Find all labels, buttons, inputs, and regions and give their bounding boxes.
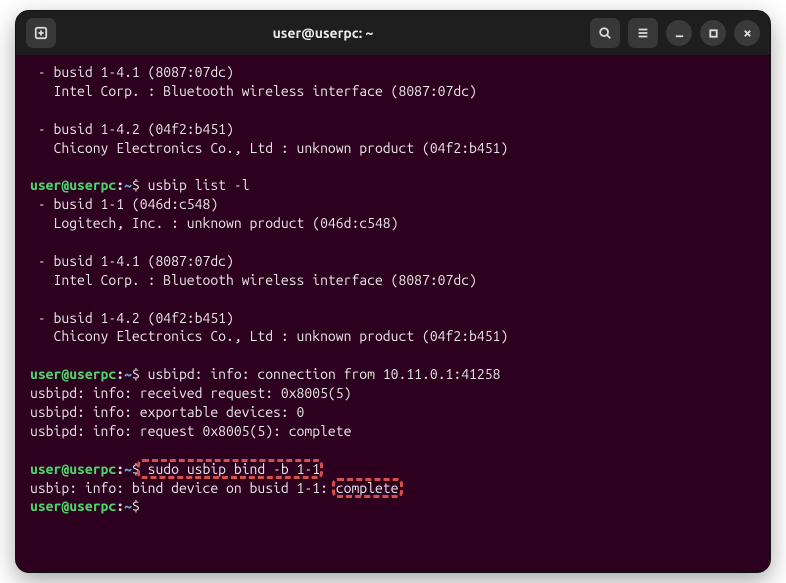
window-title: user@userpc: ~: [64, 25, 582, 41]
new-tab-icon: [34, 26, 48, 40]
prompt-userhost: user@userpc: [30, 177, 116, 193]
output-line: usbip: info: bind device on busid 1-1:: [30, 480, 336, 496]
output-line: - busid 1-1 (046d:c548): [30, 196, 218, 212]
output-line: - busid 1-4.2 (04f2:b451): [30, 310, 234, 326]
prompt-dollar: $: [132, 366, 140, 382]
menu-button[interactable]: [628, 18, 658, 48]
close-icon: [742, 28, 753, 39]
maximize-icon: [708, 28, 719, 39]
search-icon: [598, 26, 612, 40]
prompt-dollar: $: [132, 177, 140, 193]
command-text: sudo usbip bind -b 1-1: [140, 461, 320, 477]
prompt-colon: :: [116, 366, 124, 382]
prompt-colon: :: [116, 177, 124, 193]
output-line: - busid 1-4.2 (04f2:b451): [30, 121, 234, 137]
output-line: Logitech, Inc. : unknown product (046d:c…: [30, 215, 398, 231]
output-line: usbipd: info: request 0x8005(5): complet…: [30, 423, 351, 439]
output-line: Chicony Electronics Co., Ltd : unknown p…: [30, 328, 508, 344]
new-tab-button[interactable]: [26, 18, 56, 48]
minimize-icon: [674, 28, 685, 39]
prompt-dollar: $: [132, 498, 140, 514]
output-line: Chicony Electronics Co., Ltd : unknown p…: [30, 140, 508, 156]
prompt-userhost: user@userpc: [30, 461, 116, 477]
prompt-dollar: $: [132, 461, 140, 477]
prompt-colon: :: [116, 498, 124, 514]
prompt-colon: :: [116, 461, 124, 477]
output-line: - busid 1-4.1 (8087:07dc): [30, 253, 234, 269]
titlebar: user@userpc: ~: [16, 11, 770, 55]
terminal-window: user@userpc: ~ - busid 1-4.1 (8087:07dc)…: [15, 10, 771, 573]
prompt-userhost: user@userpc: [30, 498, 116, 514]
output-line: usbipd: info: connection from 10.11.0.1:…: [140, 366, 501, 382]
minimize-button[interactable]: [666, 20, 692, 46]
prompt-path: ~: [124, 366, 132, 382]
output-complete-word: complete: [336, 480, 399, 496]
prompt-userhost: user@userpc: [30, 366, 116, 382]
prompt-path: ~: [124, 461, 132, 477]
output-line: usbipd: info: exportable devices: 0: [30, 404, 304, 420]
command-text: usbip list -l: [140, 177, 250, 193]
close-button[interactable]: [734, 20, 760, 46]
hamburger-icon: [636, 26, 650, 40]
output-line: Intel Corp. : Bluetooth wireless interfa…: [30, 83, 477, 99]
output-line: - busid 1-4.1 (8087:07dc): [30, 64, 234, 80]
maximize-button[interactable]: [700, 20, 726, 46]
output-line: usbipd: info: received request: 0x8005(5…: [30, 385, 351, 401]
terminal-output[interactable]: - busid 1-4.1 (8087:07dc) Intel Corp. : …: [16, 55, 770, 572]
search-button[interactable]: [590, 18, 620, 48]
prompt-path: ~: [124, 498, 132, 514]
output-line: Intel Corp. : Bluetooth wireless interfa…: [30, 272, 477, 288]
prompt-path: ~: [124, 177, 132, 193]
